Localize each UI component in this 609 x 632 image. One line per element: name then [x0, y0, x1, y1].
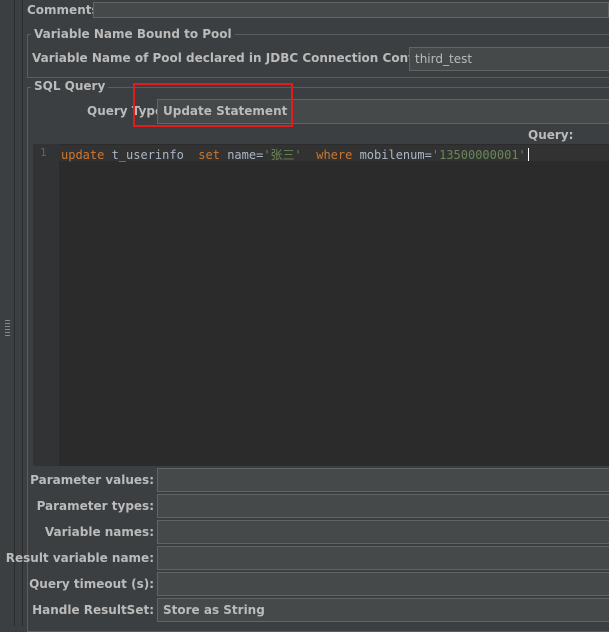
code-token: t_userinfo — [104, 148, 199, 162]
param-label: Variable names: — [44, 525, 154, 539]
param-label: Handle ResultSet: — [32, 603, 154, 617]
param-input[interactable] — [157, 494, 609, 518]
param-label: Query timeout (s): — [29, 577, 154, 591]
code-token: set — [198, 148, 220, 162]
left-splitter[interactable] — [0, 0, 15, 626]
code-token: mobilenum= — [352, 148, 432, 162]
param-input[interactable] — [157, 572, 609, 596]
param-label: Result variable name: — [5, 551, 154, 565]
code-token: update — [61, 148, 105, 162]
param-input[interactable] — [157, 468, 609, 492]
pool-name-input[interactable]: third_test — [409, 47, 609, 71]
param-label: Parameter values: — [30, 473, 154, 487]
line-number: 1 — [40, 146, 47, 159]
code-token: where — [316, 148, 353, 162]
comments-field[interactable] — [93, 2, 609, 18]
pool-group-legend: Variable Name Bound to Pool — [31, 27, 235, 41]
param-input[interactable] — [157, 520, 609, 544]
query-label: Query: — [528, 128, 574, 142]
code-line: update t_userinfo set name='张三' where mo… — [61, 146, 529, 163]
vertical-divider — [22, 0, 23, 626]
comments-label: Comments: — [27, 3, 104, 17]
splitter-grip-icon — [5, 320, 10, 336]
sql-query-legend: SQL Query — [31, 79, 109, 93]
code-token: name= — [219, 148, 264, 162]
line-number-gutter — [33, 144, 59, 466]
code-token: '张三' — [263, 148, 302, 162]
param-input[interactable] — [157, 546, 609, 570]
text-caret — [527, 148, 529, 161]
code-token: '13500000001' — [431, 148, 526, 162]
highlight-box — [133, 83, 293, 127]
sql-editor[interactable]: 1 update t_userinfo set name='张三' where … — [33, 144, 609, 466]
param-label: Parameter types: — [36, 499, 154, 513]
param-input[interactable]: Store as String — [157, 598, 609, 622]
